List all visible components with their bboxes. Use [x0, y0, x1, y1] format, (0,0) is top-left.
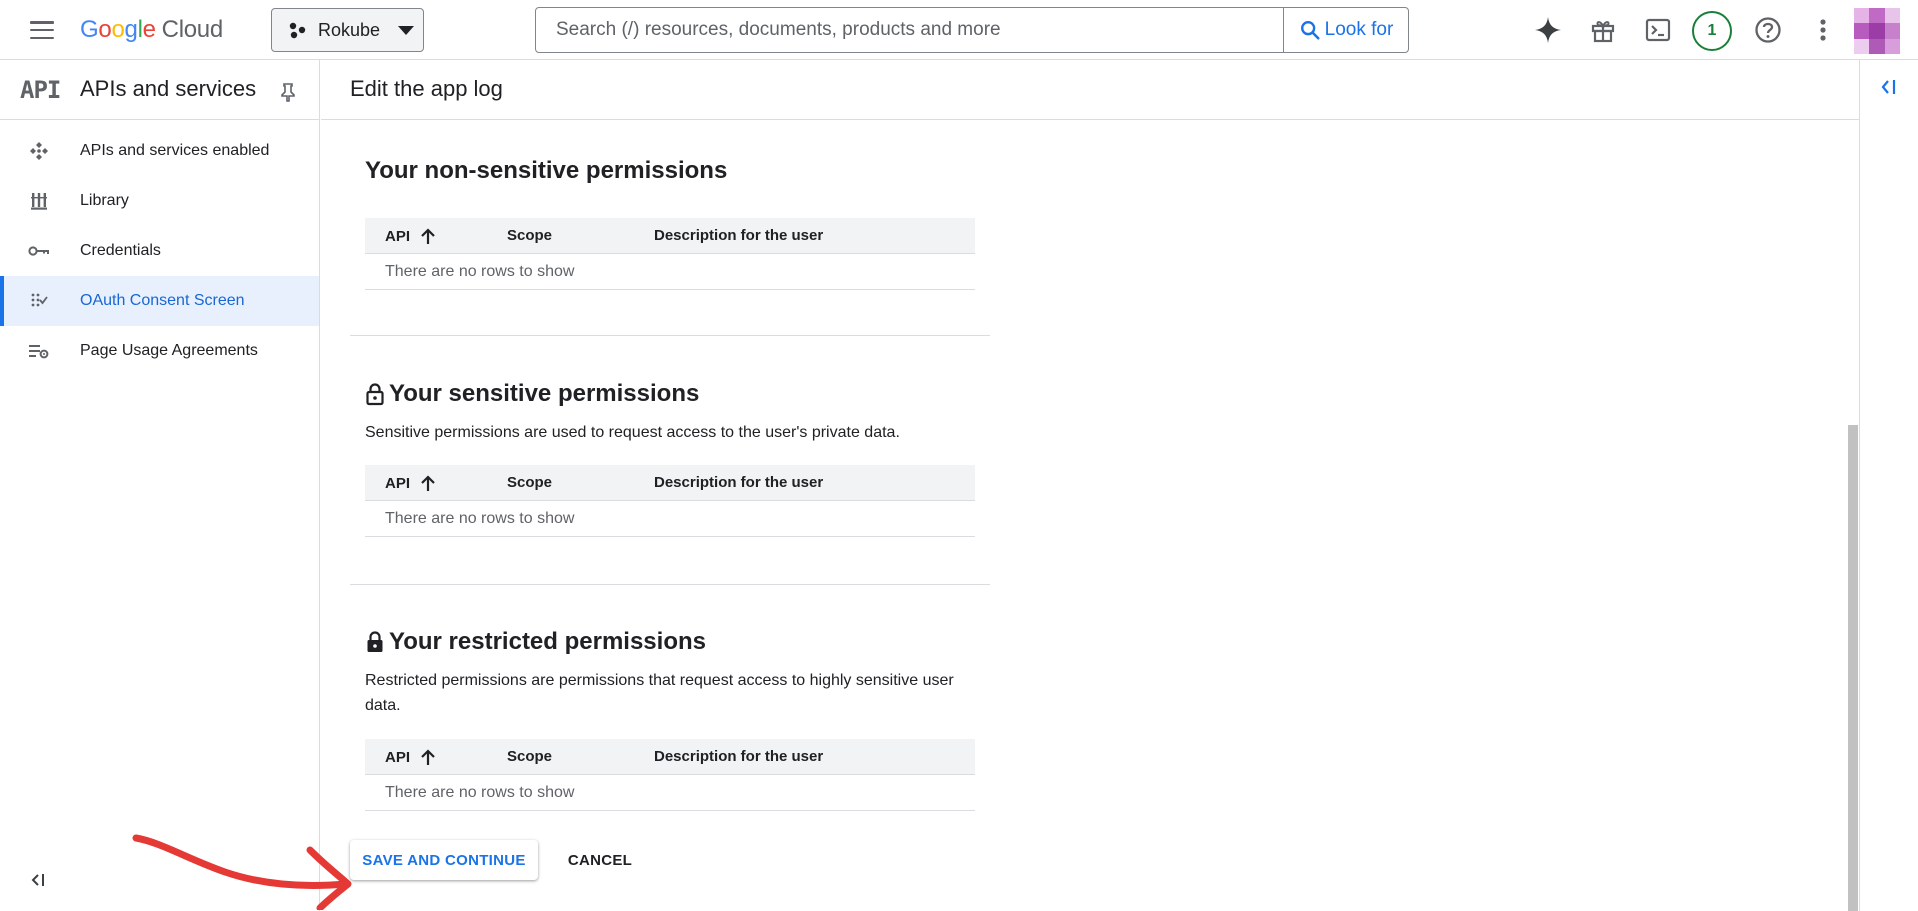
- non-sensitive-permissions-table: API Scope Description for the user There…: [365, 218, 975, 290]
- sidebar-item-label: Credentials: [80, 242, 161, 259]
- description-column-header[interactable]: Description for the user: [654, 227, 823, 244]
- page-header: Edit the app log: [321, 60, 1859, 120]
- top-app-bar: GoogleCloud Rokube Look for 1: [0, 0, 1918, 60]
- scope-column-header[interactable]: Scope: [507, 227, 552, 244]
- section-heading-text: Your restricted permissions: [389, 628, 706, 655]
- page-title: Edit the app log: [350, 76, 503, 101]
- account-avatar[interactable]: [1854, 8, 1900, 54]
- search-button[interactable]: Look for: [1283, 8, 1408, 52]
- scope-column-header[interactable]: Scope: [507, 474, 552, 491]
- section-heading: Your non-sensitive permissions: [365, 157, 975, 185]
- api-column-header[interactable]: API: [385, 748, 436, 766]
- sidebar-item-apis-enabled[interactable]: APIs and services enabled: [0, 126, 319, 176]
- section-divider: [350, 584, 990, 585]
- project-icon: [289, 22, 306, 39]
- sensitive-permissions-table: API Scope Description for the user There…: [365, 465, 975, 537]
- section-description: Restricted permissions are permissions t…: [365, 672, 954, 714]
- sidebar-item-label: Library: [80, 192, 129, 209]
- section-heading-text: Your sensitive permissions: [389, 380, 700, 407]
- sidebar-item-label: Page Usage Agreements: [80, 342, 258, 359]
- save-and-continue-button[interactable]: SAVE AND CONTINUE: [350, 840, 538, 880]
- column-label: API: [385, 748, 411, 766]
- sidebar-item-label: APIs and services enabled: [80, 142, 270, 159]
- google-cloud-logo[interactable]: Google Cloud: [80, 14, 223, 46]
- lock-icon: [367, 631, 383, 652]
- nav-header: API APIs and services: [0, 60, 319, 120]
- column-label: API: [385, 474, 411, 492]
- section-heading: Your restricted permissions: [365, 628, 975, 656]
- empty-table-message: There are no rows to show: [365, 501, 975, 537]
- chevron-down-icon: [398, 25, 415, 35]
- search-button-label: Look for: [1324, 19, 1394, 40]
- cloud-shell-terminal-icon[interactable]: [1640, 12, 1676, 48]
- search-icon: [1300, 21, 1320, 40]
- right-side-panel-rail: [1859, 60, 1918, 911]
- table-header-row: API Scope Description for the user: [365, 218, 975, 254]
- gemini-sparkle-icon[interactable]: [1530, 12, 1566, 48]
- empty-table-message: There are no rows to show: [365, 775, 975, 811]
- left-navigation: API APIs and services APIs and services …: [0, 60, 320, 911]
- section-title: APIs and services: [80, 76, 257, 101]
- table-header-row: API Scope Description for the user: [365, 739, 975, 775]
- collapse-nav-icon[interactable]: [30, 872, 48, 888]
- sidebar-item-oauth-consent-screen[interactable]: OAuth Consent Screen: [0, 276, 319, 326]
- notification-count-badge: 1: [1692, 11, 1732, 51]
- description-column-header[interactable]: Description for the user: [654, 474, 823, 491]
- table-header-row: API Scope Description for the user: [365, 465, 975, 501]
- sort-ascending-arrow-icon: [421, 749, 435, 765]
- section-description: Sensitive permissions are used to reques…: [365, 424, 900, 441]
- library-icon: [28, 191, 50, 211]
- main-menu-icon[interactable]: [26, 18, 58, 42]
- restricted-permissions-table: API Scope Description for the user There…: [365, 739, 975, 811]
- logo-google-text: Google: [80, 16, 156, 43]
- empty-table-message: There are no rows to show: [365, 254, 975, 290]
- scope-column-header[interactable]: Scope: [507, 748, 552, 765]
- sidebar-item-label: OAuth Consent Screen: [80, 292, 245, 309]
- pin-icon[interactable]: [279, 82, 297, 102]
- gift-icon[interactable]: [1585, 12, 1621, 48]
- api-logo-icon: API: [20, 76, 61, 104]
- lock-open-icon: [366, 383, 384, 406]
- search-bar: Look for: [535, 7, 1409, 53]
- column-label: API: [385, 227, 411, 245]
- sidebar-item-library[interactable]: Library: [0, 176, 319, 226]
- sidebar-item-page-usage-agreements[interactable]: Page Usage Agreements: [0, 326, 319, 376]
- key-icon: [28, 241, 50, 261]
- section-heading-text: Your non-sensitive permissions: [365, 157, 728, 184]
- expand-side-panel-icon[interactable]: [1879, 78, 1899, 96]
- settings-list-icon: [28, 341, 50, 361]
- section-divider: [350, 335, 990, 336]
- oauth-dots-icon: [28, 291, 50, 311]
- sensitive-permissions-section: Your sensitive permissions Sensitive per…: [365, 380, 975, 445]
- help-icon[interactable]: [1750, 12, 1786, 48]
- search-input[interactable]: [536, 8, 1283, 52]
- nav-list: APIs and services enabled Library Creden…: [0, 120, 319, 376]
- cancel-button[interactable]: CANCEL: [556, 840, 644, 880]
- project-name: Rokube: [318, 19, 381, 40]
- sort-ascending-arrow-icon: [421, 228, 435, 244]
- scrollbar-thumb[interactable]: [1848, 425, 1858, 911]
- api-column-header[interactable]: API: [385, 474, 436, 492]
- project-picker-button[interactable]: Rokube: [271, 8, 424, 52]
- apis-diamond-icon: [28, 141, 50, 161]
- sort-ascending-arrow-icon: [421, 475, 435, 491]
- restricted-permissions-section: Your restricted permissions Restricted p…: [365, 628, 975, 718]
- notifications-button[interactable]: 1: [1691, 10, 1733, 52]
- non-sensitive-permissions-section: Your non-sensitive permissions: [365, 157, 975, 185]
- api-column-header[interactable]: API: [385, 227, 436, 245]
- description-column-header[interactable]: Description for the user: [654, 748, 823, 765]
- logo-cloud-text: Cloud: [161, 16, 224, 43]
- more-options-icon[interactable]: [1805, 12, 1841, 48]
- section-heading: Your sensitive permissions: [365, 380, 975, 408]
- sidebar-item-credentials[interactable]: Credentials: [0, 226, 319, 276]
